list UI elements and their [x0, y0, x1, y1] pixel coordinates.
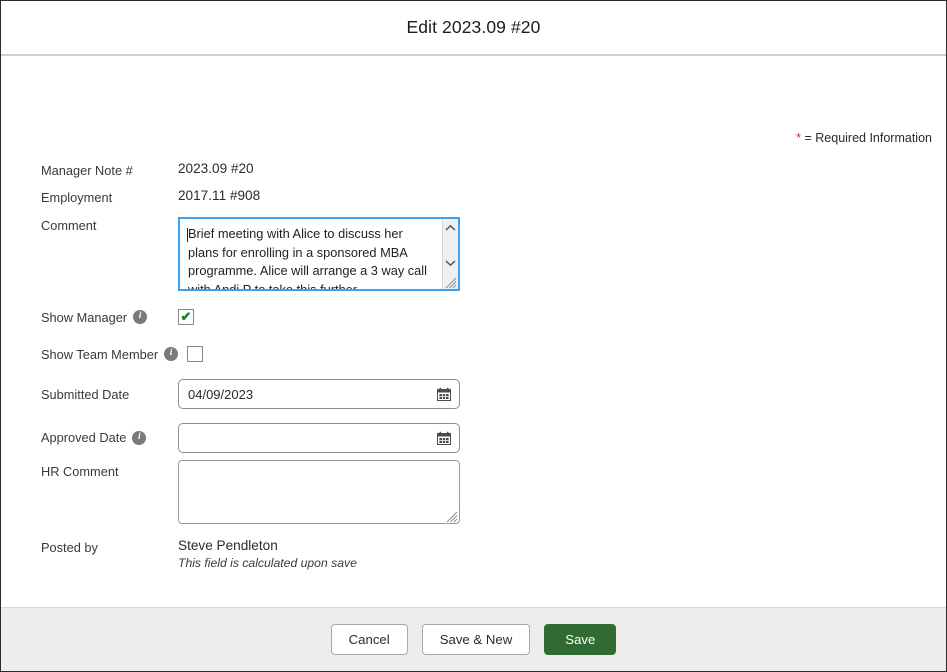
- submitted-date-input[interactable]: 04/09/2023: [178, 379, 460, 409]
- manager-note-label: Manager Note #: [41, 161, 178, 178]
- resize-grip-icon[interactable]: [446, 510, 458, 522]
- record-form: Manager Note # 2023.09 #20 Employment 20…: [1, 161, 946, 588]
- edit-record-dialog: Edit 2023.09 #20 * = Required Informatio…: [0, 0, 947, 672]
- comment-textarea-value: Brief meeting with Alice to discuss her …: [188, 225, 433, 291]
- approved-date-label: Approved Date i: [41, 430, 178, 445]
- comment-scrollbar[interactable]: [442, 219, 458, 289]
- chevron-up-icon[interactable]: [443, 219, 459, 236]
- info-icon[interactable]: i: [164, 347, 178, 361]
- field-row-show-manager: Show Manager i ✔: [1, 299, 946, 335]
- required-asterisk: *: [796, 130, 801, 145]
- field-row-hr-comment: HR Comment: [1, 460, 946, 538]
- approved-date-label-text: Approved Date: [41, 430, 126, 445]
- field-row-show-team-member: Show Team Member i: [1, 335, 946, 373]
- hr-comment-textarea[interactable]: [178, 460, 460, 524]
- save-and-new-button[interactable]: Save & New: [422, 624, 531, 655]
- submitted-date-value: 04/09/2023: [179, 387, 253, 402]
- show-team-member-label: Show Team Member i: [41, 347, 178, 362]
- chevron-down-icon[interactable]: [443, 254, 459, 271]
- field-row-manager-note: Manager Note # 2023.09 #20: [1, 161, 946, 188]
- cancel-button[interactable]: Cancel: [331, 624, 408, 655]
- posted-by-hint: This field is calculated upon save: [178, 556, 357, 570]
- required-information-note: * = Required Information: [796, 130, 932, 145]
- submitted-date-label: Submitted Date: [41, 387, 178, 402]
- field-row-posted-by: Posted by Steve Pendleton This field is …: [1, 538, 946, 588]
- comment-textarea[interactable]: Brief meeting with Alice to discuss her …: [178, 217, 460, 291]
- dialog-footer: Cancel Save & New Save: [1, 607, 946, 671]
- employment-label: Employment: [41, 188, 178, 205]
- show-manager-label-text: Show Manager: [41, 310, 127, 325]
- dialog-body: * = Required Information Manager Note # …: [1, 56, 946, 607]
- calendar-icon[interactable]: [437, 387, 451, 401]
- required-note-text: = Required Information: [804, 131, 932, 145]
- info-icon[interactable]: i: [132, 431, 146, 445]
- dialog-header: Edit 2023.09 #20: [1, 1, 946, 56]
- approved-date-input[interactable]: [178, 423, 460, 453]
- posted-by-label: Posted by: [41, 538, 178, 555]
- calendar-icon[interactable]: [437, 431, 451, 445]
- posted-by-block: Steve Pendleton This field is calculated…: [178, 538, 357, 570]
- field-row-employment: Employment 2017.11 #908: [1, 188, 946, 217]
- info-icon[interactable]: i: [133, 310, 147, 324]
- page-title: Edit 2023.09 #20: [407, 17, 541, 38]
- employment-value: 2017.11 #908: [178, 188, 260, 203]
- save-button[interactable]: Save: [544, 624, 616, 655]
- manager-note-value: 2023.09 #20: [178, 161, 254, 176]
- show-team-member-label-text: Show Team Member: [41, 347, 158, 362]
- show-manager-checkbox[interactable]: ✔: [178, 309, 194, 325]
- show-manager-label: Show Manager i: [41, 310, 178, 325]
- comment-label: Comment: [41, 217, 178, 233]
- show-team-member-checkbox[interactable]: [187, 346, 203, 362]
- check-icon: ✔: [181, 310, 192, 323]
- field-row-comment: Comment Brief meeting with Alice to disc…: [1, 217, 946, 299]
- field-row-submitted-date: Submitted Date 04/09/2023: [1, 373, 946, 415]
- hr-comment-label: HR Comment: [41, 460, 178, 479]
- field-row-approved-date: Approved Date i: [1, 415, 946, 460]
- posted-by-value: Steve Pendleton: [178, 538, 357, 553]
